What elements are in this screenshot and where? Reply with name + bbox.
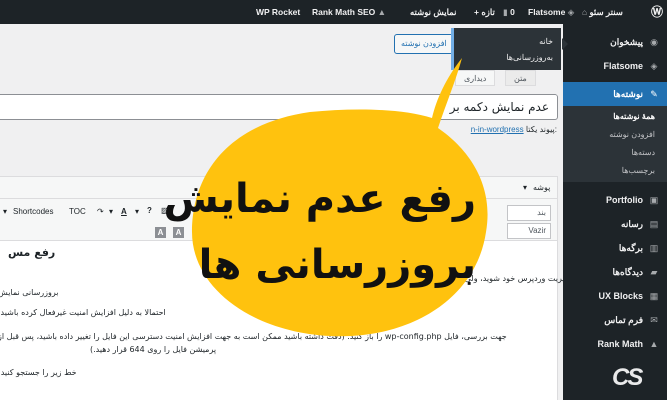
tab-visual[interactable]: دیداری — [455, 70, 496, 86]
body-line-6: خط زیر را جستجو کنید: — [0, 368, 77, 377]
rankmath-icon: ▲ — [377, 7, 387, 17]
sidebar-item-pages[interactable]: برگه‌ها ▥ — [563, 236, 667, 260]
sidebar-item-label: Flatsome — [603, 61, 643, 71]
redo-icon[interactable]: ↷ — [97, 207, 104, 216]
comment-bubble-icon: ▮ — [503, 7, 508, 17]
admin-bar-rank-math[interactable]: Rank Math SEO ▲ — [312, 0, 386, 24]
text-color-icon[interactable]: A — [121, 207, 127, 216]
rank-math-label: Rank Math SEO — [312, 7, 376, 17]
chevron-down-icon: ▾ — [523, 183, 528, 192]
add-media-button[interactable]: افزودن پرون ▣ — [392, 152, 459, 172]
sidebar-item-media[interactable]: رسانه ▤ — [563, 212, 667, 236]
permalink-row: n-in-wordpress پیوند یکتا: — [471, 125, 557, 134]
help-icon[interactable]: ? — [147, 206, 152, 215]
submenu-add-post[interactable]: افزودن نوشته — [563, 130, 667, 139]
chevron-down-icon: ▾ — [109, 207, 114, 216]
tab-visual-label: دیداری — [464, 74, 487, 83]
pages-icon: ▥ — [649, 243, 659, 253]
body-line-3: احتمالا به دلیل افزایش امنیت غیرفعال کرد… — [0, 308, 166, 317]
plus-icon: + — [474, 7, 479, 17]
posts-submenu: همهٔ نوشته‌ها افزودن نوشته دسته‌ها برچسب… — [563, 106, 667, 182]
sidebar-item-ux-blocks[interactable]: UX Blocks ▦ — [563, 284, 667, 308]
site-flyout-menu: خانه به‌روزرسانی‌ها — [451, 28, 568, 70]
tab-text-label: متن — [514, 74, 527, 83]
portfolio-icon: ▣ — [649, 195, 659, 205]
submenu-tags[interactable]: برچسب‌ها — [563, 166, 667, 175]
tab-text[interactable]: متن — [505, 70, 536, 86]
wordpress-logo-icon[interactable]: Ⓦ — [651, 0, 663, 24]
site-logo: CS — [612, 364, 643, 391]
body-heading: رفع مس — [8, 246, 56, 259]
submenu-categories[interactable]: دسته‌ها — [563, 148, 667, 157]
admin-bar-flatsome[interactable]: Flatsome ◈ — [528, 0, 574, 24]
site-name-label: سنتر سئو — [589, 7, 623, 17]
permalink-label: پیوند یکتا: — [525, 125, 557, 134]
add-media-label: افزودن پرون — [399, 157, 442, 166]
add-new-post-button[interactable]: افزودن نوشته — [394, 34, 454, 54]
sidebar-item-label: نوشته‌ها — [613, 89, 643, 99]
shortcodes-button[interactable]: Shortcodes — [13, 207, 53, 216]
bubble-title-line-1: رفع عدم نمایش — [163, 176, 476, 222]
sidebar-item-label: فرم تماس — [604, 315, 643, 325]
admin-bar-new[interactable]: + تازه — [474, 0, 495, 24]
permalink-link[interactable]: n-in-wordpress — [471, 125, 524, 134]
sidebar-item-label: Rank Math — [597, 339, 643, 349]
sidebar-item-rank-math[interactable]: Rank Math ▲ — [563, 332, 667, 356]
rankmath-icon: ▲ — [649, 339, 659, 349]
pin-icon: ✎ — [650, 89, 658, 99]
admin-bar-wp-rocket[interactable]: WP Rocket — [256, 0, 300, 24]
flyout-item-home[interactable]: خانه — [539, 37, 553, 46]
sidebar-item-comments[interactable]: دیدگاه‌ها ▰ — [563, 260, 667, 284]
media-icon: ▣ — [443, 157, 452, 166]
sidebar-item-label: دیدگاه‌ها — [612, 267, 643, 277]
sidebar-item-posts[interactable]: نوشته‌ها ✎ — [556, 82, 667, 106]
admin-bar-view-post[interactable]: نمایش نوشته — [410, 0, 456, 24]
sidebar-item-label: برگه‌ها — [618, 243, 643, 253]
body-line-2: بروزرسانی نمایش — [0, 288, 59, 297]
flatsome-icon: ◈ — [567, 7, 575, 17]
font-color-icon[interactable]: A — [155, 227, 166, 238]
comments-count: 0 — [510, 7, 515, 17]
blocks-icon: ▦ — [649, 291, 659, 301]
sidebar-item-label: UX Blocks — [598, 291, 643, 301]
mail-icon: ✉ — [650, 315, 658, 325]
chevron-down-icon: ▾ — [135, 207, 140, 216]
admin-bar-comments[interactable]: ▮ 0 — [503, 0, 515, 24]
dashboard-icon: ◉ — [650, 37, 658, 47]
admin-bar: Ⓦ ⌂ سنتر سئو Flatsome ◈ ▮ 0 + تازه نمایش… — [0, 0, 667, 24]
home-icon: ⌂ — [582, 7, 588, 17]
flatsome-label: Flatsome — [528, 7, 566, 17]
paragraph-select[interactable]: بند — [507, 205, 551, 221]
sidebar-item-label: رسانه — [621, 219, 643, 229]
font-family-select[interactable]: Vazir — [507, 223, 551, 239]
sidebar-item-label: پیشخوان — [610, 37, 643, 47]
body-line-5: پرمیشن فایل را روی 644 قرار دهید.) — [90, 345, 217, 354]
sidebar-item-flatsome[interactable]: Flatsome ◈ — [563, 54, 667, 78]
sidebar-item-label: Portfolio — [606, 195, 643, 205]
post-title-input[interactable]: عدم نمایش دکمه بر — [0, 94, 558, 120]
submenu-all-posts[interactable]: همهٔ نوشته‌ها — [563, 112, 667, 121]
format-select[interactable]: پوشه — [533, 183, 550, 192]
bubble-title-line-2: بروزرسانی ها — [198, 242, 476, 288]
background-color-icon[interactable]: A — [173, 227, 184, 238]
toc-button[interactable]: TOC — [69, 207, 86, 216]
admin-bar-site-name[interactable]: ⌂ سنتر سئو — [582, 0, 623, 24]
chevron-down-icon: ▾ — [3, 207, 8, 216]
sidebar-item-dashboard[interactable]: پیشخوان ◉ — [563, 30, 667, 54]
new-label: تازه — [481, 7, 495, 17]
sidebar-item-portfolio[interactable]: Portfolio ▣ — [563, 188, 667, 212]
comments-icon: ▰ — [650, 267, 658, 277]
sidebar-item-contact-form[interactable]: فرم تماس ✉ — [563, 308, 667, 332]
media-icon: ▤ — [649, 219, 659, 229]
flyout-item-updates[interactable]: به‌روزرسانی‌ها — [506, 53, 553, 62]
body-line-4: جهت بررسی، فایل wp-config.php را باز کنی… — [0, 332, 507, 341]
admin-sidebar: پیشخوان ◉ Flatsome ◈ نوشته‌ها ✎ همهٔ نوشته‌… — [556, 24, 667, 400]
flatsome-icon: ◈ — [650, 61, 658, 71]
